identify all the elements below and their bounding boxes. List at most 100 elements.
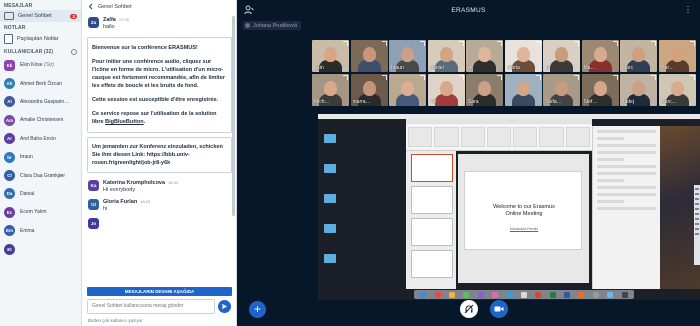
chat-message-content xyxy=(103,218,106,229)
invite-text[interactable]: Um jemanden zur Konferenz einzuladen, sc… xyxy=(92,143,227,167)
fullscreen-icon[interactable] xyxy=(612,41,618,46)
fullscreen-icon[interactable] xyxy=(458,75,464,80)
chat-header[interactable]: Genel Sohbet xyxy=(82,0,236,13)
webcam-tile[interactable]: Ma… xyxy=(581,40,619,72)
public-chat-item[interactable]: Genel Sohbet 2 xyxy=(0,10,81,22)
fullscreen-icon[interactable] xyxy=(420,75,425,80)
user-list-item[interactable]: Et xyxy=(0,240,81,258)
shared-notes-item[interactable]: Paylaşılan Notlar xyxy=(0,32,81,46)
webcam-tile[interactable]: Ja xyxy=(543,40,580,72)
avatar: Ec xyxy=(4,206,15,218)
webcam-tile[interactable]: Marc… xyxy=(658,74,696,106)
webcam-tile[interactable]: Daniel xyxy=(427,40,465,72)
webcam-tile[interactable]: Stefa… xyxy=(543,74,580,106)
user-list-item[interactable]: Ek Ekin Köse (Siz) xyxy=(0,56,81,74)
presenter-indicator: Johana Prudiková xyxy=(243,21,302,30)
user-name: Arel Baha Encin xyxy=(20,135,56,142)
webcam-tile[interactable] xyxy=(504,74,542,106)
participant-name: Ja xyxy=(545,65,551,71)
sender-name: Katerina Krumpholcova xyxy=(103,180,166,186)
webcam-tile[interactable]: Al xyxy=(466,40,503,72)
slide-canvas: Welcome to our Erasmus Online Meeting Ma… xyxy=(458,154,589,283)
actions-plus-button[interactable]: + xyxy=(249,301,266,318)
user-list-item[interactable]: Ah Ahmet Berk Özcan xyxy=(0,74,81,92)
slide-title-line-1: Welcome to our Erasmus xyxy=(493,204,555,210)
user-list-item[interactable]: Em Emma xyxy=(0,222,81,240)
folder-icon xyxy=(324,164,336,173)
presenter-name: Johana Prudiková xyxy=(253,22,298,29)
user-list-item[interactable]: Cl Clara Daa Grønkjær xyxy=(0,166,81,184)
powerpoint-ribbon xyxy=(406,119,592,151)
chat-scrollbar[interactable] xyxy=(232,16,235,216)
fullscreen-icon[interactable] xyxy=(535,75,541,80)
webcam-tile[interactable]: Mar… xyxy=(658,40,696,72)
webcam-tile[interactable] xyxy=(389,74,426,106)
chat-message-list[interactable]: Za Zalfa 17:28 hallo Bienvenue sur la confé… xyxy=(82,14,237,289)
webcam-tile[interactable]: marra… xyxy=(350,74,388,106)
presentation-minimize-handle[interactable] xyxy=(694,185,700,265)
fullscreen-icon[interactable] xyxy=(381,41,387,46)
user-list-item[interactable]: Am Amalie Christensen xyxy=(0,111,81,129)
webcam-tile[interactable]: Sara xyxy=(466,74,503,106)
fullscreen-icon[interactable] xyxy=(381,75,387,80)
participant-face xyxy=(324,81,337,96)
avatar: Am xyxy=(4,114,15,126)
webcam-tile[interactable]: Flo xyxy=(427,74,465,106)
fullscreen-icon[interactable] xyxy=(651,41,656,46)
slide-subtitle: Mariacarla Pardini xyxy=(509,227,539,231)
participant-name: Flo xyxy=(429,99,437,105)
webcam-tile[interactable] xyxy=(350,40,388,72)
current-slide: Welcome to our Erasmus Online Meeting Ma… xyxy=(464,171,582,250)
chevron-left-icon[interactable] xyxy=(88,3,94,10)
fullscreen-icon[interactable] xyxy=(574,41,579,46)
welcome-line-4: Ce service repose sur l'utilisation de l… xyxy=(92,110,227,126)
fullscreen-icon[interactable] xyxy=(612,75,618,80)
fullscreen-icon[interactable] xyxy=(458,41,464,46)
avatar: Za xyxy=(88,17,99,28)
fullscreen-icon[interactable] xyxy=(497,75,502,80)
user-list-item[interactable]: Da Danial xyxy=(0,185,81,203)
webcam-tile[interactable]: Marc xyxy=(620,40,657,72)
participant-name: Ekin xyxy=(314,65,324,71)
fullscreen-icon[interactable] xyxy=(343,75,348,80)
user-list-item[interactable]: br braun xyxy=(0,148,81,166)
webcam-tile[interactable]: Gloria xyxy=(504,40,542,72)
chat-message-input[interactable] xyxy=(87,298,215,314)
fullscreen-icon[interactable] xyxy=(651,75,656,80)
meeting-title: ERASMUS xyxy=(451,6,486,14)
fullscreen-icon[interactable] xyxy=(574,75,579,80)
webcam-tile[interactable]: braun xyxy=(389,40,426,72)
participant-name: Ma… xyxy=(583,65,596,71)
user-list-item[interactable]: Al Alexandra Gasparin… xyxy=(0,93,81,111)
webcam-tile[interactable]: Ekin xyxy=(312,40,349,72)
chat-message: Za Zalfa 17:28 hallo xyxy=(82,14,237,33)
share-webcam-button[interactable] xyxy=(490,300,508,318)
participant-face xyxy=(401,47,414,62)
message-time: 17:28 xyxy=(118,17,129,22)
fullscreen-icon[interactable] xyxy=(689,75,695,80)
new-messages-button[interactable]: MESAJLARIN DEVAMI AŞAĞIDA xyxy=(87,287,232,296)
webcam-tile[interactable]: Stef… xyxy=(581,74,619,106)
webcam-tile[interactable]: Tadej xyxy=(620,74,657,106)
gear-icon[interactable] xyxy=(71,49,77,55)
user-list-item[interactable]: Ec Ecem Yalım xyxy=(0,203,81,221)
avatar: Ek xyxy=(4,59,15,71)
participant-name: braun xyxy=(391,65,404,71)
user-list-item[interactable]: Ar Arel Baha Encin xyxy=(0,130,81,148)
fullscreen-icon[interactable] xyxy=(497,41,502,46)
user-list-sidebar: MESAJLAR Genel Sohbet 2 NOTLAR Paylaşıla… xyxy=(0,0,82,326)
bigbluebutton-link[interactable]: BigBlueButton xyxy=(105,119,144,125)
participant-face xyxy=(362,81,376,96)
fullscreen-icon[interactable] xyxy=(420,41,425,46)
more-options-icon[interactable]: ⋮ xyxy=(684,5,692,14)
fullscreen-icon[interactable] xyxy=(689,41,695,46)
send-button[interactable] xyxy=(218,299,231,313)
webcam-tile[interactable]: Mich… xyxy=(312,74,349,106)
user-name: Ekin Köse xyxy=(20,62,43,69)
ribbon-tools xyxy=(408,127,590,147)
fullscreen-icon[interactable] xyxy=(343,41,348,46)
leave-audio-button[interactable] xyxy=(460,300,478,318)
bbb-app: MESAJLAR Genel Sohbet 2 NOTLAR Paylaşıla… xyxy=(0,0,700,326)
fullscreen-icon[interactable] xyxy=(535,41,541,46)
chat-panel: Genel Sohbet Za Zalfa 17:28 hallo Bienvenue… xyxy=(82,0,237,326)
